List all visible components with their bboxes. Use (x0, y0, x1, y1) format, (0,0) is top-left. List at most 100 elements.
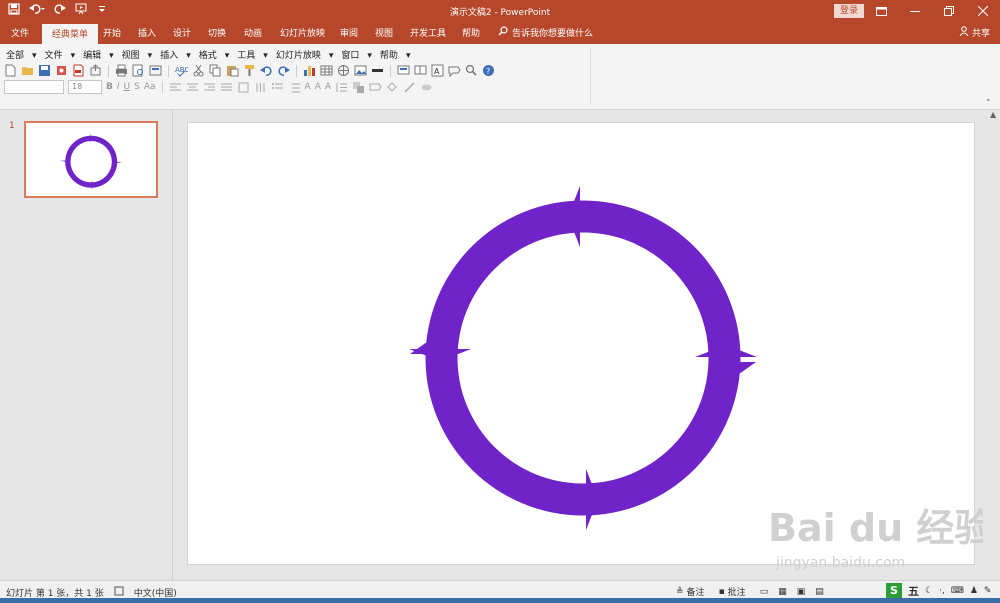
align-center-icon[interactable] (186, 81, 199, 94)
slide-layout-icon[interactable] (414, 64, 427, 77)
justify-icon[interactable] (220, 81, 233, 94)
classic-menu-bar: 全部 ▾ 文件 ▾ 编辑 ▾ 视图 ▾ 插入 ▾ 格式 ▾ 工具 ▾ 幻灯片放映 ▾ 窗口 ▾ 帮… (6, 48, 418, 61)
restore-icon[interactable] (932, 0, 966, 22)
login-button[interactable]: 登录 (834, 4, 864, 18)
punctuation-icon[interactable]: ·, (939, 586, 945, 596)
spelling-icon[interactable]: ABC (175, 64, 189, 77)
tab-file[interactable]: 文件 (11, 26, 29, 39)
collapse-ribbon-icon[interactable]: ˄ (986, 99, 991, 109)
cut-icon[interactable] (192, 64, 205, 77)
font-size-field[interactable]: 18 (68, 80, 102, 94)
print-icon[interactable] (115, 64, 128, 77)
normal-view-icon[interactable]: ▭ (760, 587, 769, 597)
font-name-field[interactable] (4, 80, 64, 94)
bullets-icon[interactable] (271, 81, 284, 94)
print-preview-icon[interactable] (132, 64, 145, 77)
menu-help[interactable]: 帮助 ▾ (380, 48, 411, 61)
tab-view[interactable]: 视图 (375, 26, 393, 39)
shape-outline-icon[interactable] (403, 81, 416, 94)
reading-view-icon[interactable]: ▣ (797, 587, 806, 597)
close-icon[interactable] (966, 0, 1000, 22)
numbering-icon[interactable] (288, 81, 301, 94)
align-left-icon[interactable] (169, 81, 182, 94)
layout-icon[interactable] (149, 64, 162, 77)
tab-classic-menu[interactable]: 经典菜单 (42, 24, 99, 44)
slideshow-icon[interactable]: ▤ (815, 587, 824, 597)
new-slide-icon[interactable] (397, 64, 410, 77)
font-color-button[interactable]: A (305, 82, 311, 92)
menu-window[interactable]: 窗口 ▾ (341, 48, 372, 61)
menu-view[interactable]: 视图 ▾ (122, 48, 153, 61)
hyperlink-icon[interactable] (337, 64, 350, 77)
notes-icon: ≜ (676, 586, 684, 597)
share-doc-icon[interactable] (89, 64, 102, 77)
menu-insert[interactable]: 插入 ▾ (160, 48, 191, 61)
skin-icon[interactable]: ♟ (970, 586, 978, 596)
quick-styles-icon[interactable] (369, 81, 382, 94)
export-pdf-icon[interactable] (72, 64, 85, 77)
tab-insert[interactable]: 插入 (138, 26, 156, 39)
chart-icon[interactable] (303, 64, 316, 77)
restore-ribbon-icon[interactable] (864, 0, 898, 22)
italic-button[interactable]: I (117, 82, 120, 92)
columns-icon[interactable] (254, 81, 267, 94)
paste-icon[interactable] (226, 64, 239, 77)
notes-button[interactable]: ≜ 备注 (676, 585, 705, 599)
tell-me-box[interactable]: 告诉我你想要做什么 (498, 26, 593, 39)
vertical-scrollbar[interactable]: ▲ (987, 110, 1000, 580)
shape-effects-icon[interactable] (420, 81, 433, 94)
shrink-font-button[interactable]: A (325, 82, 331, 92)
grow-font-button[interactable]: A (315, 82, 321, 92)
comments-button[interactable]: ▪ 批注 (719, 585, 746, 599)
tab-transitions[interactable]: 切换 (208, 26, 226, 39)
share-button[interactable]: 共享 (959, 26, 990, 39)
format-painter-icon[interactable] (243, 64, 256, 77)
tab-slideshow[interactable]: 幻灯片放映 (280, 26, 325, 39)
menu-tools[interactable]: 工具 ▾ (237, 48, 268, 61)
picture-icon[interactable] (354, 64, 367, 77)
menu-edit[interactable]: 编辑 ▾ (83, 48, 114, 61)
zoom-icon[interactable] (465, 64, 478, 77)
undo-toolbar-icon[interactable] (260, 64, 273, 77)
tab-design[interactable]: 设计 (173, 26, 191, 39)
new-file-icon[interactable] (4, 64, 17, 77)
menu-all[interactable]: 全部 ▾ (6, 48, 37, 61)
minimize-icon[interactable] (898, 0, 932, 22)
open-folder-icon[interactable] (21, 64, 34, 77)
keyboard-icon[interactable]: ⌨ (951, 586, 964, 596)
help-icon[interactable]: ? (482, 64, 495, 77)
arrange-icon[interactable] (352, 81, 365, 94)
tab-help[interactable]: 帮助 (462, 26, 480, 39)
menu-format[interactable]: 格式 ▾ (199, 48, 230, 61)
change-case-button[interactable]: Aa (144, 82, 156, 92)
ime-mode[interactable]: 五 (908, 583, 919, 599)
redo-toolbar-icon[interactable] (277, 64, 290, 77)
slide-thumbnail[interactable] (24, 121, 158, 198)
permission-icon[interactable] (55, 64, 68, 77)
save-file-icon[interactable] (38, 64, 51, 77)
menu-file[interactable]: 文件 ▾ (45, 48, 76, 61)
tab-animations[interactable]: 动画 (244, 26, 262, 39)
tab-developer[interactable]: 开发工具 (410, 26, 446, 39)
copy-icon[interactable] (209, 64, 222, 77)
slide-sorter-icon[interactable]: ▦ (778, 587, 787, 597)
table-icon[interactable] (320, 64, 333, 77)
shadow-button[interactable]: S (134, 82, 140, 92)
scroll-up-icon[interactable]: ▲ (990, 110, 996, 119)
underline-button[interactable]: U (124, 82, 131, 92)
menu-slideshow[interactable]: 幻灯片放映 ▾ (276, 48, 334, 61)
pane-divider[interactable] (172, 110, 173, 580)
line-style-icon[interactable] (371, 64, 384, 77)
tab-review[interactable]: 审阅 (340, 26, 358, 39)
text-direction-icon[interactable] (237, 81, 250, 94)
shapes-icon[interactable] (448, 64, 461, 78)
textbox-icon[interactable]: A (431, 64, 444, 77)
bold-button[interactable]: B (106, 82, 113, 92)
ime-logo-icon[interactable]: S (886, 583, 902, 599)
align-right-icon[interactable] (203, 81, 216, 94)
moon-icon[interactable]: ☾ (925, 586, 933, 596)
line-spacing-icon[interactable] (335, 81, 348, 94)
settings-wrench-icon[interactable]: ✎ (984, 586, 992, 596)
tab-home[interactable]: 开始 (103, 26, 121, 39)
shape-fill-icon[interactable] (386, 81, 399, 94)
